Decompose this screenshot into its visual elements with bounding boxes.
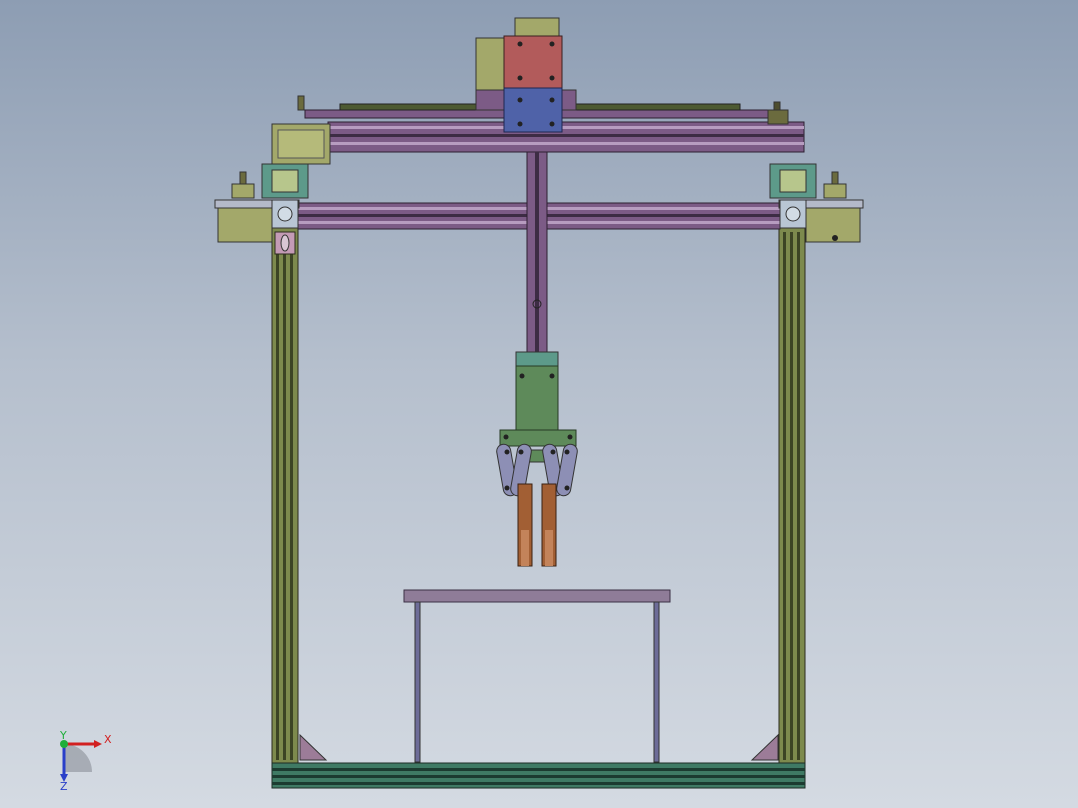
work-table[interactable] [403, 589, 671, 763]
coordinate-triad: X Y Z [59, 729, 112, 793]
gripper-fingers[interactable] [517, 483, 557, 567]
upper-right-pulley[interactable] [767, 101, 789, 125]
x-axis-arrowhead [94, 740, 102, 748]
y-axis-label: Y [59, 729, 67, 742]
triad-shading [64, 744, 92, 772]
base-frame[interactable] [271, 733, 806, 789]
gripper-assembly[interactable] [499, 351, 577, 463]
z-axis-label: Z [60, 780, 68, 793]
x-axis-label: X [104, 733, 112, 746]
cad-viewport[interactable] [0, 0, 1078, 808]
z-axis-column[interactable] [526, 151, 548, 353]
right-upright-extrusion[interactable] [778, 227, 806, 765]
left-upright-extrusion[interactable] [271, 227, 299, 765]
upper-left-motor[interactable] [271, 95, 331, 165]
